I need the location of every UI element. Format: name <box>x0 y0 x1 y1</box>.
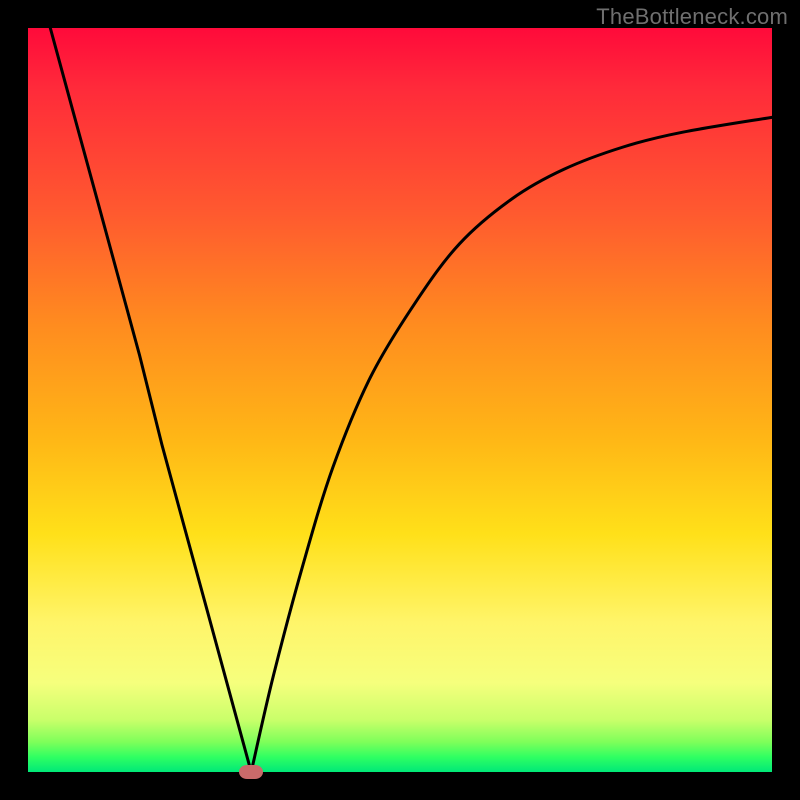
plot-area <box>28 28 772 772</box>
chart-frame: TheBottleneck.com <box>0 0 800 800</box>
right-branch-line <box>251 117 772 772</box>
watermark-text: TheBottleneck.com <box>596 4 788 30</box>
min-marker <box>239 765 263 779</box>
left-branch-line <box>50 28 251 772</box>
curve-svg <box>28 28 772 772</box>
